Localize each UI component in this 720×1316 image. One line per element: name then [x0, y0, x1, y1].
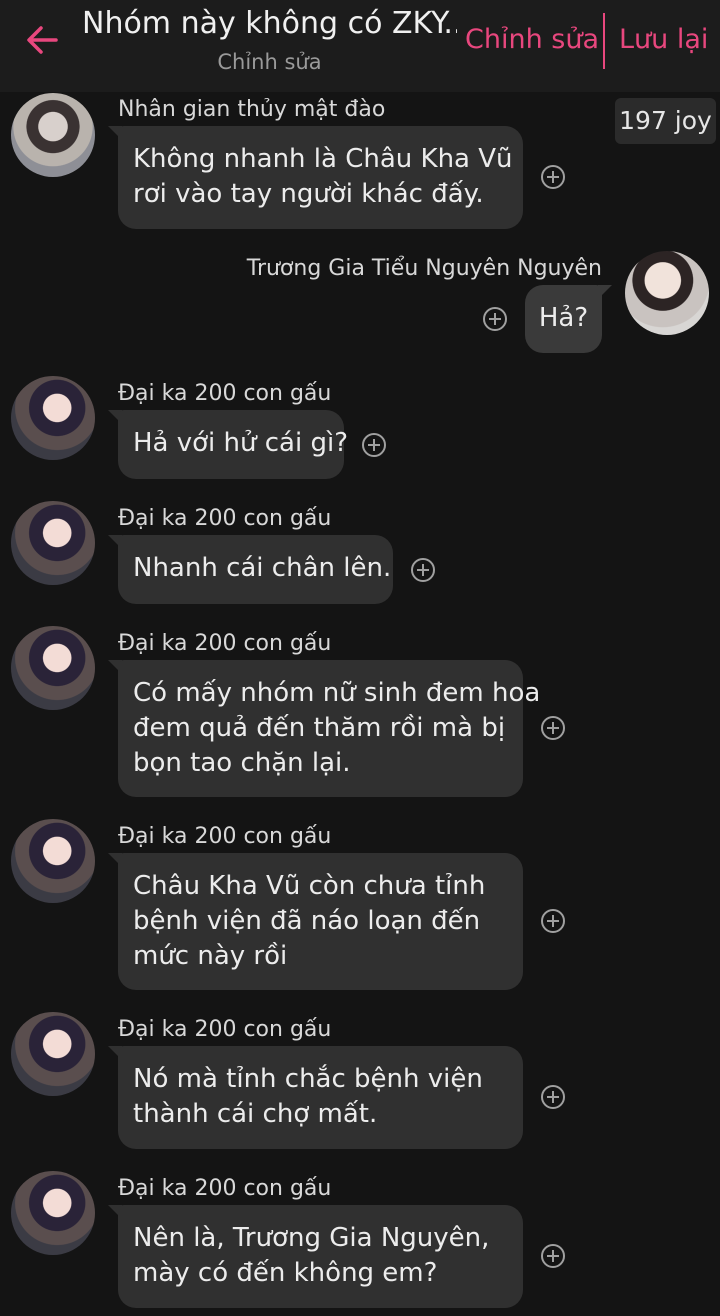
message-line: bệnh viện đã náo loạn đến	[133, 906, 481, 936]
message-line: bọn tao chặn lại.	[133, 748, 351, 778]
plus-circle-icon[interactable]	[540, 1243, 566, 1269]
message-line: đem quả đến thăm rồi mà bị	[133, 713, 506, 743]
message-bubble[interactable]: Châu Kha Vũ còn chưa tỉnh bệnh viện đã n…	[118, 853, 523, 990]
message-line: Hả?	[538, 303, 589, 333]
sender-name: Đại ka 200 con gấu	[118, 381, 332, 406]
message-line: mức này rồi	[133, 941, 288, 971]
message-bubble[interactable]: Có mấy nhóm nữ sinh đem hoa đem quả đến …	[118, 660, 541, 797]
message-bubble[interactable]: Nên là, Trương Gia Nguyên, mày có đến kh…	[118, 1205, 523, 1308]
message-bubble[interactable]: Nó mà tỉnh chắc bệnh viện thành cái chợ …	[118, 1046, 523, 1149]
avatar[interactable]	[11, 819, 95, 903]
message-line: Có mấy nhóm nữ sinh đem hoa	[133, 678, 541, 708]
avatar[interactable]	[11, 501, 95, 585]
sender-name: Đại ka 200 con gấu	[118, 1176, 332, 1201]
back-arrow-icon[interactable]	[22, 20, 62, 60]
plus-circle-icon[interactable]	[482, 306, 508, 332]
plus-circle-icon[interactable]	[361, 432, 387, 458]
avatar[interactable]	[11, 93, 95, 177]
message-line: rơi vào tay người khác đấy.	[133, 179, 484, 209]
header-divider	[603, 13, 605, 69]
sender-name: Đại ka 200 con gấu	[118, 506, 332, 531]
plus-circle-icon[interactable]	[540, 908, 566, 934]
message-bubble[interactable]: Không nhanh là Châu Kha Vũ rơi vào tay n…	[118, 126, 523, 229]
plus-circle-icon[interactable]	[410, 557, 436, 583]
edit-button[interactable]: Chỉnh sửa	[465, 24, 599, 55]
save-button[interactable]: Lưu lại	[619, 24, 708, 55]
avatar[interactable]	[625, 251, 709, 335]
message-line: Nên là, Trương Gia Nguyên,	[133, 1223, 490, 1253]
avatar[interactable]	[11, 376, 95, 460]
sender-name: Đại ka 200 con gấu	[118, 1017, 332, 1042]
avatar[interactable]	[11, 1012, 95, 1096]
joy-badge: 197 joy	[615, 98, 716, 144]
message-bubble[interactable]: Nhanh cái chân lên.	[118, 535, 393, 604]
message-line: thành cái chợ mất.	[133, 1099, 378, 1129]
message-line: mày có đến không em?	[133, 1258, 438, 1288]
message-line: Châu Kha Vũ còn chưa tỉnh	[133, 871, 486, 901]
message-bubble[interactable]: Hả với hử cái gì?	[118, 410, 348, 479]
sender-name: Đại ka 200 con gấu	[118, 824, 332, 849]
plus-circle-icon[interactable]	[540, 164, 566, 190]
message-line: Hả với hử cái gì?	[133, 428, 348, 458]
sender-name: Trương Gia Tiểu Nguyên Nguyên	[246, 256, 602, 281]
avatar[interactable]	[11, 626, 95, 710]
chat-subtitle: Chỉnh sửa	[217, 50, 322, 74]
plus-circle-icon[interactable]	[540, 715, 566, 741]
avatar[interactable]	[11, 1171, 95, 1255]
chat-title: Nhóm này không có ZKY...	[82, 6, 457, 41]
sender-name: Nhân gian thủy mật đào	[118, 97, 386, 122]
message-bubble[interactable]: Hả?	[525, 285, 602, 353]
plus-circle-icon[interactable]	[540, 1084, 566, 1110]
sender-name: Đại ka 200 con gấu	[118, 631, 332, 656]
header-bar: Nhóm này không có ZKY... Chỉnh sửa Chỉnh…	[0, 0, 720, 92]
message-line: Nó mà tỉnh chắc bệnh viện	[133, 1064, 483, 1094]
message-line: Nhanh cái chân lên.	[133, 553, 392, 583]
message-line: Không nhanh là Châu Kha Vũ	[133, 144, 513, 174]
